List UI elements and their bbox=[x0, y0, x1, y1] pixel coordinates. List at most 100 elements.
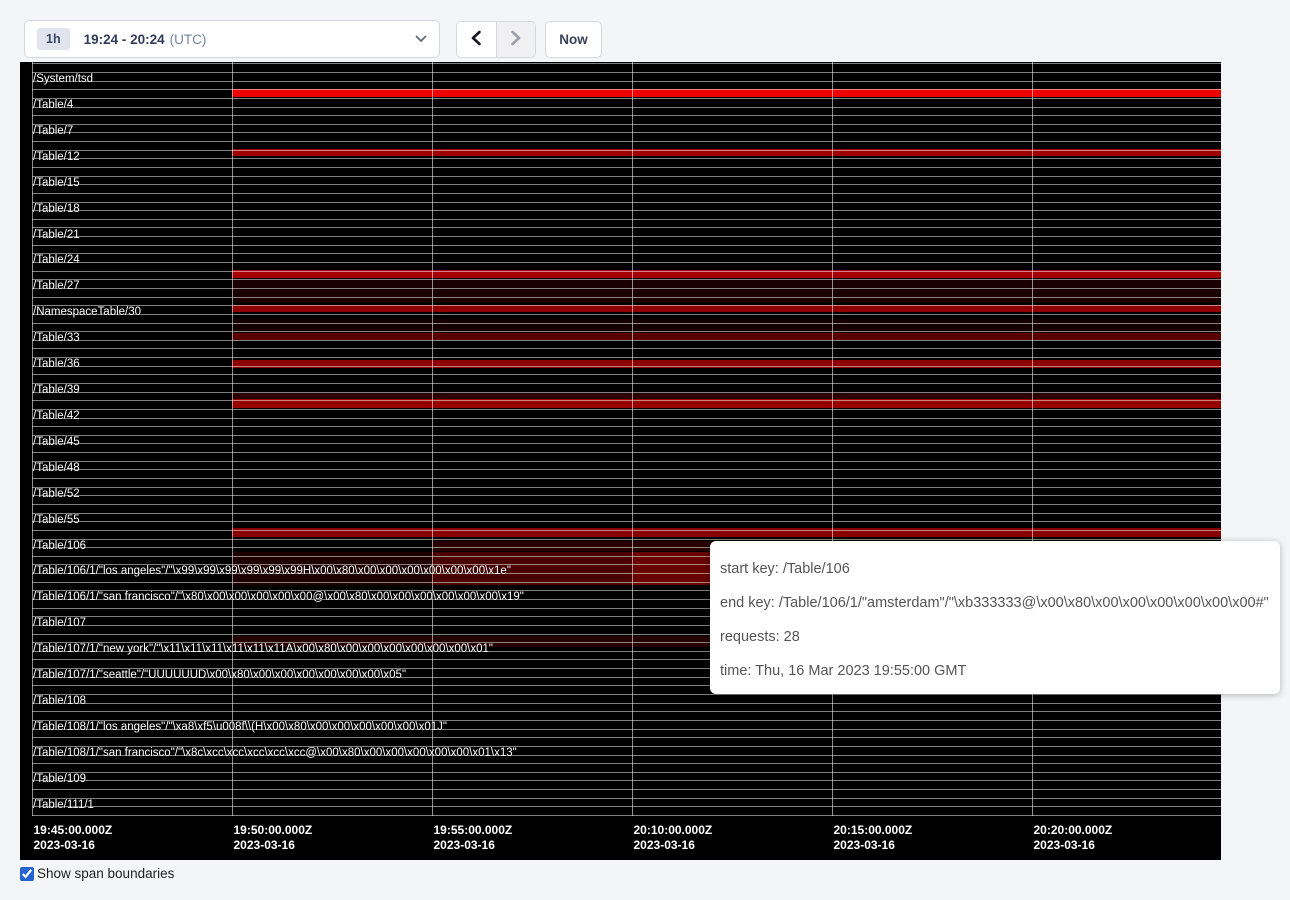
row-label: /Table/52 bbox=[33, 488, 80, 500]
x-tick-time: 20:15:00.000Z bbox=[834, 823, 913, 838]
row-label: /Table/108 bbox=[33, 695, 86, 707]
row-label: /Table/45 bbox=[33, 436, 80, 448]
x-tick-date: 2023-03-16 bbox=[434, 838, 513, 853]
span-boundary-line bbox=[32, 374, 1222, 375]
time-gridline bbox=[432, 62, 433, 816]
time-gridline bbox=[232, 62, 233, 816]
span-boundary-line bbox=[32, 150, 1222, 151]
span-boundary-line bbox=[32, 288, 1222, 289]
row-label: /Table/21 bbox=[33, 229, 80, 241]
key-visualizer-page: 1h 19:24 - 20:24 (UTC) Now /System/tsd/T… bbox=[0, 0, 1290, 900]
span-boundary-line bbox=[32, 141, 1222, 142]
span-boundary-line bbox=[32, 443, 1222, 444]
row-label: /Table/18 bbox=[33, 203, 80, 215]
span-boundary-line bbox=[32, 772, 1222, 773]
show-span-boundaries-control[interactable]: Show span boundaries bbox=[20, 866, 174, 881]
heat-band[interactable] bbox=[232, 528, 1222, 537]
heat-band[interactable] bbox=[232, 393, 1222, 399]
span-boundary-line bbox=[32, 418, 1222, 419]
span-boundary-line bbox=[32, 245, 1222, 246]
time-nav-group bbox=[456, 21, 536, 58]
span-boundary-line bbox=[32, 340, 1222, 341]
span-boundary-line bbox=[32, 63, 1222, 64]
tooltip-time: time: Thu, 16 Mar 2023 19:55:00 GMT bbox=[720, 654, 1272, 688]
row-label: /Table/107/1/"new york"/"\x11\x11\x11\x1… bbox=[33, 643, 493, 655]
span-boundary-line bbox=[32, 487, 1222, 488]
chevron-left-icon bbox=[470, 30, 482, 49]
x-tick-time: 19:50:00.000Z bbox=[234, 823, 313, 838]
span-boundary-line bbox=[32, 253, 1222, 254]
span-boundary-line bbox=[32, 227, 1222, 228]
row-label: /Table/106/1/"san francisco"/"\x80\x00\x… bbox=[33, 591, 524, 603]
span-boundary-line bbox=[32, 193, 1222, 194]
x-tick-time: 20:10:00.000Z bbox=[634, 823, 713, 838]
span-boundary-line bbox=[32, 513, 1222, 514]
span-boundary-line bbox=[32, 81, 1222, 82]
x-axis-tick: 19:55:00.000Z2023-03-16 bbox=[434, 823, 513, 853]
show-span-boundaries-label: Show span boundaries bbox=[37, 866, 174, 881]
row-label: /Table/42 bbox=[33, 410, 80, 422]
x-tick-time: 20:20:00.000Z bbox=[1034, 823, 1113, 838]
row-label: /Table/24 bbox=[33, 254, 80, 266]
time-range-picker[interactable]: 1h 19:24 - 20:24 (UTC) bbox=[24, 20, 440, 58]
row-label: /Table/27 bbox=[33, 280, 80, 292]
span-boundary-line bbox=[32, 176, 1222, 177]
span-boundary-line bbox=[32, 184, 1222, 185]
x-tick-date: 2023-03-16 bbox=[1034, 838, 1113, 853]
x-axis-tick: 19:50:00.000Z2023-03-16 bbox=[234, 823, 313, 853]
row-label: /Table/33 bbox=[33, 332, 80, 344]
tooltip-end-key: end key: /Table/106/1/"amsterdam"/"\xb33… bbox=[720, 586, 1272, 620]
span-boundary-line bbox=[32, 219, 1222, 220]
span-boundary-line bbox=[32, 737, 1222, 738]
span-boundary-line bbox=[32, 158, 1222, 159]
span-boundary-line bbox=[32, 789, 1222, 790]
show-span-boundaries-checkbox[interactable] bbox=[20, 867, 34, 881]
span-boundary-line bbox=[32, 314, 1222, 315]
span-boundary-line bbox=[32, 210, 1222, 211]
span-boundary-line bbox=[32, 167, 1222, 168]
time-range-duration-badge: 1h bbox=[37, 28, 70, 50]
span-boundary-line bbox=[32, 478, 1222, 479]
span-boundary-line bbox=[32, 539, 1222, 540]
span-boundary-line bbox=[32, 236, 1222, 237]
time-range-text: 19:24 - 20:24 bbox=[84, 32, 165, 47]
span-boundary-line bbox=[32, 703, 1222, 704]
span-boundary-line bbox=[32, 815, 1222, 816]
row-label: /Table/111/1 bbox=[33, 799, 94, 811]
heat-band[interactable] bbox=[232, 279, 1222, 302]
row-label: /Table/108/1/"los angeles"/"\xa8\xf5\u00… bbox=[33, 721, 447, 733]
heat-band[interactable] bbox=[232, 360, 1222, 368]
previous-interval-button[interactable] bbox=[457, 22, 497, 57]
span-boundary-line bbox=[32, 392, 1222, 393]
row-label: /Table/15 bbox=[33, 177, 80, 189]
key-visualizer-heatmap[interactable]: /System/tsd/Table/4/Table/7/Table/12/Tab… bbox=[20, 62, 1221, 860]
row-label: /Table/107/1/"seattle"/"UUUUUUD\x00\x80\… bbox=[33, 669, 406, 681]
span-boundary-line bbox=[32, 72, 1222, 73]
x-axis-tick: 20:10:00.000Z2023-03-16 bbox=[634, 823, 713, 853]
span-boundary-line bbox=[32, 798, 1222, 799]
span-boundary-line bbox=[32, 435, 1222, 436]
time-range-timezone: (UTC) bbox=[170, 32, 207, 47]
span-boundary-line bbox=[32, 763, 1222, 764]
span-boundary-line bbox=[32, 521, 1222, 522]
span-boundary-line bbox=[32, 348, 1222, 349]
span-boundary-line bbox=[32, 305, 1222, 306]
row-label: /Table/48 bbox=[33, 462, 80, 474]
heat-band[interactable] bbox=[232, 319, 1222, 333]
row-label: /Table/106 bbox=[33, 540, 86, 552]
span-boundary-line bbox=[32, 323, 1222, 324]
span-boundary-line bbox=[32, 89, 1222, 90]
span-boundary-line bbox=[32, 124, 1222, 125]
row-label: /NamespaceTable/30 bbox=[33, 306, 141, 318]
row-label: /Table/4 bbox=[33, 99, 73, 111]
span-boundary-line bbox=[32, 530, 1222, 531]
row-label: /Table/36 bbox=[33, 358, 80, 370]
chevron-down-icon bbox=[415, 35, 427, 43]
next-interval-button[interactable] bbox=[497, 22, 536, 57]
row-label: /Table/108/1/"san francisco"/"\x8c\xcc\x… bbox=[33, 747, 517, 759]
span-boundary-line bbox=[32, 366, 1222, 367]
now-button[interactable]: Now bbox=[545, 21, 602, 58]
span-boundary-line bbox=[32, 409, 1222, 410]
x-tick-time: 19:55:00.000Z bbox=[434, 823, 513, 838]
chevron-right-icon bbox=[510, 30, 522, 49]
